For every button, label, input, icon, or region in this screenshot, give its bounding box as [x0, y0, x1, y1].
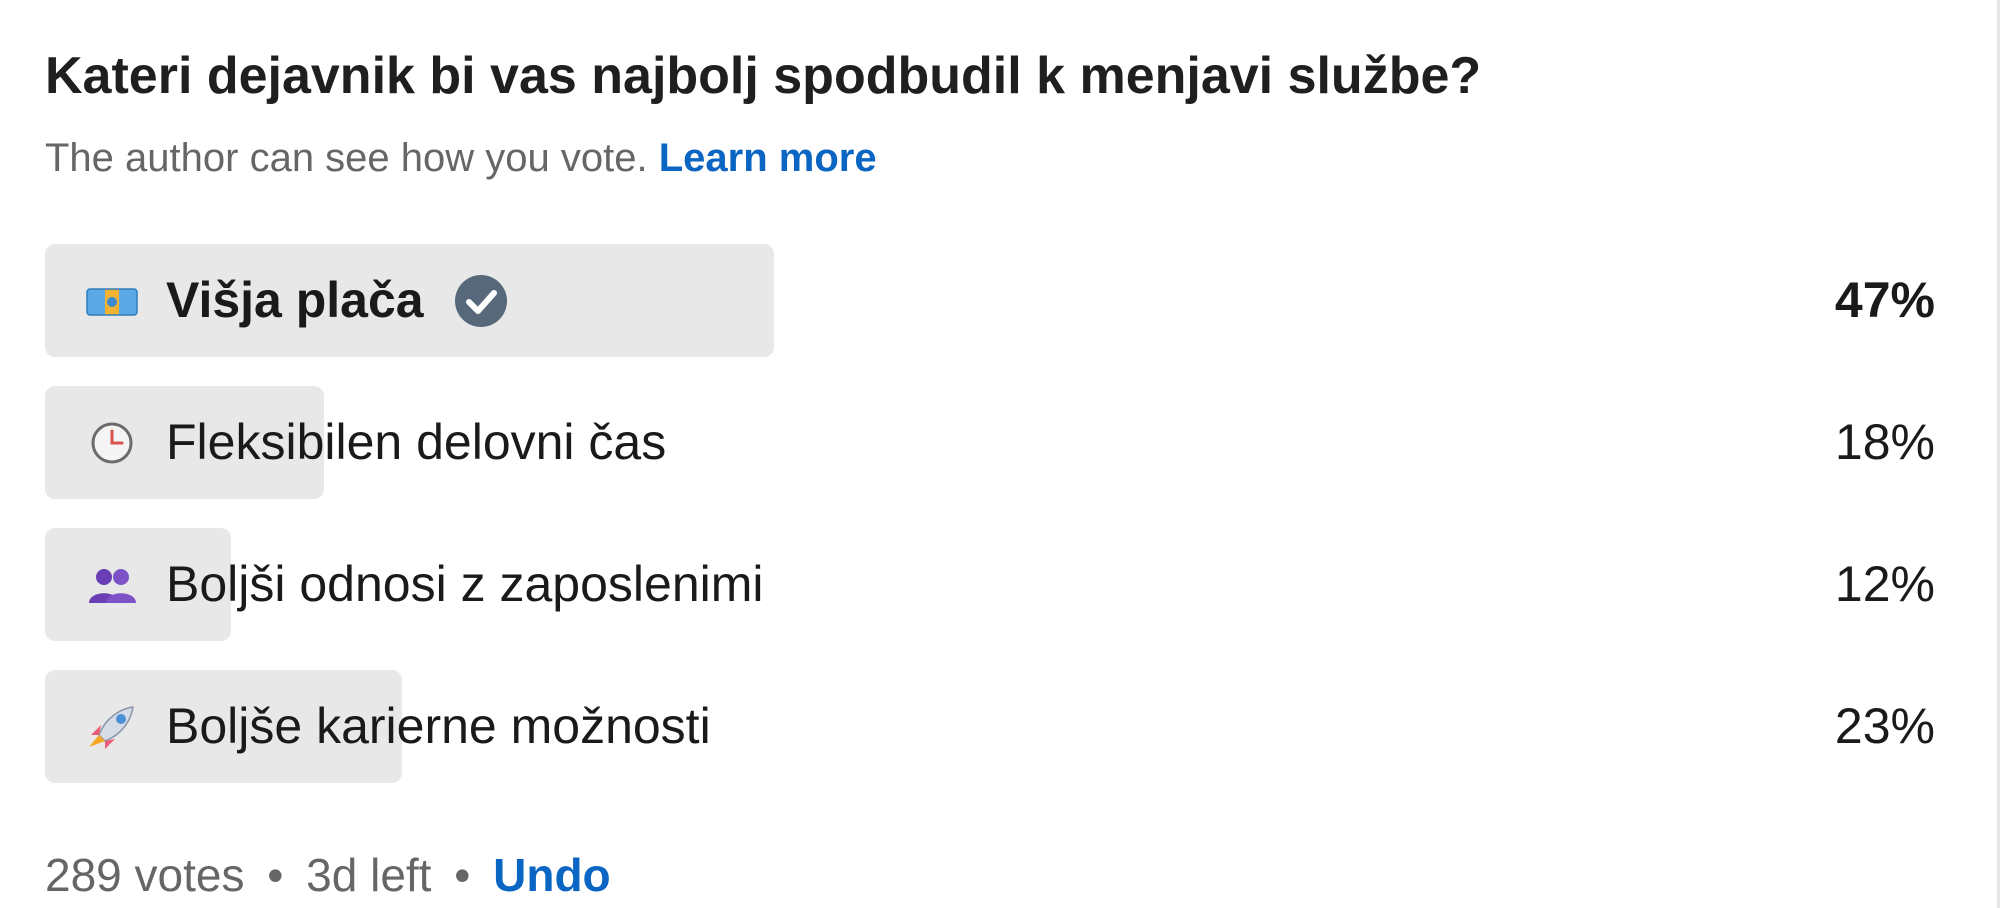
- option-label: Višja plača: [166, 271, 508, 329]
- undo-button[interactable]: Undo: [493, 849, 611, 901]
- option-percent: 47%: [1834, 272, 1935, 328]
- poll-option-fleksibilen-delovni-cas[interactable]: Fleksibilen delovni čas 18%: [45, 386, 1945, 499]
- clock-icon: [91, 422, 133, 464]
- poll-option-boljse-karierne-moznosti[interactable]: Boljše karierne možnosti 23%: [45, 670, 1945, 783]
- option-label: Fleksibilen delovni čas: [166, 414, 667, 470]
- separator-dot: •: [267, 849, 284, 901]
- option-label: Boljše karierne možnosti: [166, 698, 711, 754]
- people-icon: [89, 569, 136, 603]
- vote-visibility-notice: The author can see how you vote. Learn m…: [45, 136, 877, 181]
- money-icon: [86, 288, 138, 316]
- option-label-text: Višja plača: [166, 272, 424, 328]
- option-percent: 12%: [1834, 556, 1935, 612]
- learn-more-link[interactable]: Learn more: [659, 136, 877, 180]
- time-left: 3d left: [306, 849, 432, 901]
- poll-option-boljsi-odnosi[interactable]: Boljši odnosi z zaposlenimi 12%: [45, 528, 1945, 641]
- rocket-icon: [89, 706, 134, 749]
- separator-dot: •: [454, 849, 471, 901]
- vote-count: 289 votes: [45, 849, 245, 901]
- poll-footer: 289 votes • 3d left • Undo: [45, 848, 611, 902]
- check-icon: [454, 274, 507, 327]
- option-label: Boljši odnosi z zaposlenimi: [166, 556, 764, 612]
- poll-question: Kateri dejavnik bi vas najbolj spodbudil…: [45, 47, 1482, 105]
- poll-option-visja-placa[interactable]: Višja plača 47%: [45, 244, 1945, 357]
- option-percent: 23%: [1834, 698, 1935, 754]
- option-percent: 18%: [1834, 414, 1935, 470]
- visibility-notice-text: The author can see how you vote.: [45, 136, 648, 180]
- poll-options: Višja plača 47% Fleksibilen delovni čas …: [45, 244, 1945, 812]
